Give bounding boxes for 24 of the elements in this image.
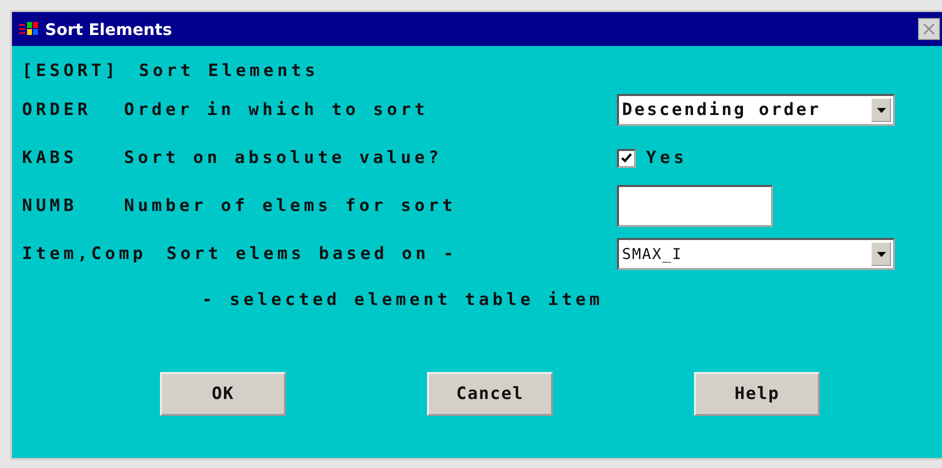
dropdown[interactable]: SMAX_I <box>617 238 895 270</box>
field-note: - selected element table item <box>202 290 604 310</box>
dialog-button[interactable]: Help <box>694 372 820 416</box>
checkbox[interactable] <box>617 148 636 168</box>
parameter-name: NUMB <box>22 196 78 216</box>
checkbox-label: Yes <box>646 148 688 168</box>
dialog-button[interactable]: OK <box>160 372 286 416</box>
app-icon <box>18 20 40 38</box>
parameter-name: Item,Comp <box>22 244 147 264</box>
caret-icon <box>876 108 886 112</box>
field-label: Sort on absolute value? <box>124 148 442 168</box>
check-icon <box>621 153 632 163</box>
parameter-name: KABS <box>22 148 78 168</box>
field-label: Number of elems for sort <box>124 196 456 216</box>
parameter-name: ORDER <box>22 100 92 120</box>
input-field[interactable] <box>617 185 773 227</box>
field-label: Sort elems based on - <box>166 244 458 264</box>
command-title: Sort Elements <box>138 61 319 81</box>
command-name: [ESORT] <box>22 61 119 81</box>
dialog-button[interactable]: Cancel <box>427 372 553 416</box>
caret-icon <box>876 252 886 256</box>
dropdown[interactable]: Descending order <box>617 94 895 126</box>
field-label: Order in which to sort <box>124 100 428 120</box>
window-title: Sort Elements <box>45 20 173 38</box>
